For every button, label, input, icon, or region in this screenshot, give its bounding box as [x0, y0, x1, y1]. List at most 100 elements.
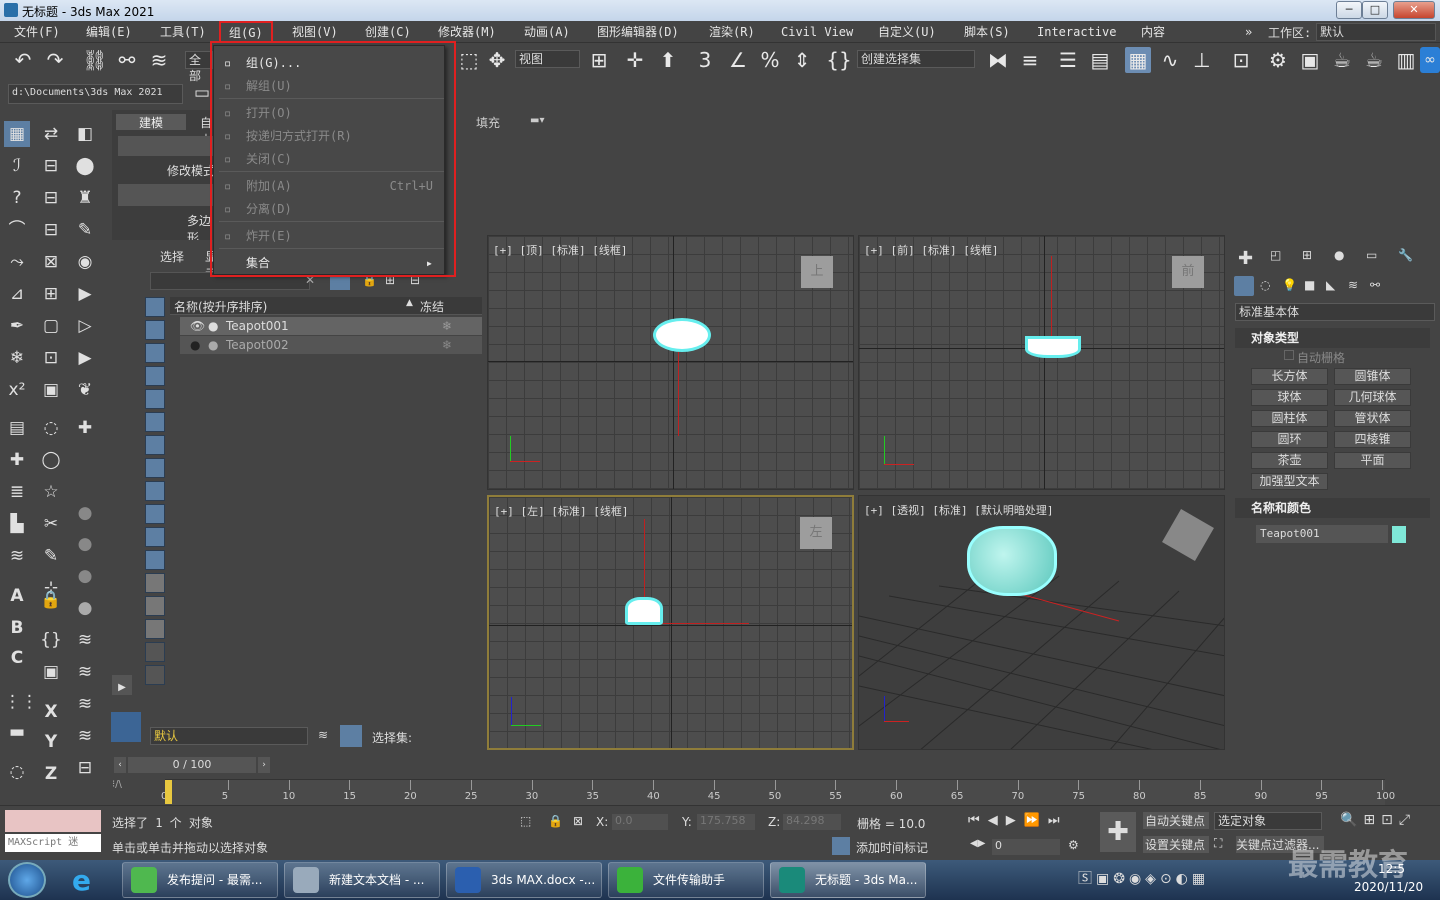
bind-spacewarp-icon[interactable]: ≋: [146, 47, 172, 73]
edit-poly-icon[interactable]: ▣: [38, 659, 64, 685]
menu-edit[interactable]: 编辑(E): [86, 23, 132, 41]
menu-animation[interactable]: 动画(A): [524, 23, 570, 41]
autogrid-checkbox[interactable]: [1284, 350, 1294, 360]
move-icon[interactable]: ✚: [72, 415, 98, 441]
sphere-paint-icon[interactable]: ◉: [72, 249, 98, 275]
time-tag-icon[interactable]: [832, 837, 850, 855]
category-select[interactable]: 标准基本体: [1235, 303, 1435, 321]
tube-button[interactable]: 管状体: [1334, 410, 1411, 427]
mirror-icon[interactable]: ⧓: [985, 47, 1011, 73]
select-move-icon[interactable]: ✥: [484, 47, 510, 73]
minimize-button[interactable]: ─: [1336, 1, 1362, 19]
rendered-frame-icon[interactable]: ▣: [1297, 47, 1323, 73]
list-icon[interactable]: ▤: [4, 415, 30, 441]
viewcube-top[interactable]: 上: [801, 256, 833, 288]
viewport-label[interactable]: [+] [顶] [标准] [线框]: [493, 242, 627, 258]
ribbon-options-icon[interactable]: ▬▾: [530, 115, 544, 126]
add-icon[interactable]: ✚: [4, 447, 30, 473]
axis-x-icon[interactable]: X: [38, 699, 64, 725]
letter-a-icon[interactable]: A: [4, 583, 30, 609]
viewport-front[interactable]: [+] [前] [标准] [线框] 前: [858, 235, 1225, 490]
layers-icon[interactable]: ≣: [4, 479, 30, 505]
dotted-circle-icon[interactable]: ◌: [4, 759, 30, 785]
layers2-icon[interactable]: ≋: [72, 627, 98, 653]
viewport-top[interactable]: [+] [顶] [标准] [线框] 上: [487, 235, 854, 490]
render-icon[interactable]: ☕: [1329, 47, 1355, 73]
xform-icon[interactable]: x²: [4, 377, 30, 403]
track-bar[interactable]: 0510152025303540455055606570758085909510…: [161, 779, 1395, 805]
play-icon[interactable]: ▷: [72, 313, 98, 339]
menu-civil-view[interactable]: Civil View: [781, 23, 853, 41]
ruler-icon[interactable]: ▬: [4, 719, 30, 745]
menu-group[interactable]: 组(G): [219, 21, 273, 43]
percent-snap-icon[interactable]: %: [757, 47, 783, 73]
render-setup-icon[interactable]: ⚙: [1265, 47, 1291, 73]
task-word-doc[interactable]: 3ds MAX.docx -...: [446, 862, 602, 898]
save-icon[interactable]: ▣: [38, 377, 64, 403]
hidden-filter-icon[interactable]: [145, 550, 165, 570]
object-type-header[interactable]: 对象类型: [1235, 328, 1430, 348]
cone-button[interactable]: 圆锥体: [1334, 368, 1411, 385]
spacewarp-filter-icon[interactable]: [145, 412, 165, 432]
lock-icon[interactable]: 🔒: [38, 587, 64, 613]
undo-icon[interactable]: ↶: [10, 47, 36, 73]
shape-filter-icon[interactable]: [145, 320, 165, 340]
start-button[interactable]: [8, 862, 46, 898]
render-frame-icon[interactable]: ◧: [72, 121, 98, 147]
key-filter-icon[interactable]: ⛶: [1214, 836, 1222, 851]
tab-select[interactable]: 选择: [160, 248, 184, 265]
panel-icon[interactable]: ⊡: [38, 345, 64, 371]
time-slider[interactable]: 0 / 100: [128, 757, 256, 773]
sphere-button[interactable]: 球体: [1251, 389, 1328, 406]
expand-panel-icon[interactable]: ▶: [112, 675, 132, 695]
select-by-name-icon[interactable]: ⇄: [38, 121, 64, 147]
ie-icon[interactable]: e: [72, 864, 106, 897]
task-file-transfer[interactable]: 文件传输助手: [608, 862, 764, 898]
dope-sheet-icon[interactable]: ⊥: [1189, 47, 1215, 73]
vertex-icon[interactable]: ⊿: [4, 281, 30, 307]
auto-key-button[interactable]: 自动关键点: [1143, 812, 1209, 829]
display-tab-icon[interactable]: ▭: [1366, 248, 1377, 262]
spinner-snap-icon[interactable]: ⇕: [789, 47, 815, 73]
hierarchy-tab-icon[interactable]: ⊞: [1302, 248, 1312, 262]
link-icon[interactable]: ⛓: [82, 47, 108, 73]
axis-z-icon[interactable]: Z: [38, 761, 64, 787]
viewcube-left[interactable]: 左: [800, 517, 832, 549]
selection-lock-icon[interactable]: 🔒: [548, 814, 563, 828]
camera-filter-icon[interactable]: [145, 366, 165, 386]
schematic-view-icon[interactable]: ⊡: [1228, 47, 1254, 73]
viewport-label[interactable]: [+] [前] [标准] [线框]: [864, 242, 998, 258]
reference-coord-select[interactable]: 视图: [515, 50, 580, 68]
name-color-header[interactable]: 名称和颜色: [1235, 498, 1430, 518]
ribbon-selection-row[interactable]: [118, 184, 218, 206]
time-prev-icon[interactable]: ‹: [114, 757, 126, 773]
select-link-icon[interactable]: ℐ: [4, 153, 30, 179]
expand-icon[interactable]: »: [1245, 23, 1252, 41]
cameras-icon[interactable]: ■: [1304, 278, 1315, 292]
teapot-left[interactable]: [625, 597, 663, 625]
teapot-front[interactable]: [1025, 336, 1081, 358]
z-coord-input[interactable]: 84.298: [783, 814, 841, 830]
modify-tab-icon[interactable]: ◰: [1270, 248, 1281, 262]
scissor-icon[interactable]: ✂: [38, 511, 64, 537]
camera-icon[interactable]: ▶: [72, 281, 98, 307]
menu-scripting[interactable]: 脚本(S): [964, 23, 1010, 41]
group-filter-icon[interactable]: [145, 435, 165, 455]
current-frame-input[interactable]: 0: [992, 839, 1060, 855]
select-manipulate-icon[interactable]: ✛: [622, 47, 648, 73]
menu-modifiers[interactable]: 修改器(M): [438, 23, 496, 41]
paint-deform-icon[interactable]: ✎: [38, 543, 64, 569]
layer-icon[interactable]: ⊟: [38, 217, 64, 243]
snowflake-icon[interactable]: ❄: [4, 345, 30, 371]
menu-rendering[interactable]: 渲染(R): [709, 23, 755, 41]
helper-filter-icon[interactable]: [145, 389, 165, 409]
key-mode-icon[interactable]: ◀▶: [970, 838, 985, 849]
filter-funnel2-icon[interactable]: [145, 665, 165, 685]
visibility-eye-icon[interactable]: 👁: [190, 317, 205, 335]
time-config-icon[interactable]: ⚙: [1068, 838, 1079, 852]
systems-icon[interactable]: ⚯: [1370, 278, 1380, 292]
plane-button[interactable]: 平面: [1334, 452, 1411, 469]
snaps-icon[interactable]: 3: [692, 47, 718, 73]
none-filter-icon[interactable]: [145, 596, 165, 616]
motion-tab-icon[interactable]: ●: [1334, 248, 1344, 262]
